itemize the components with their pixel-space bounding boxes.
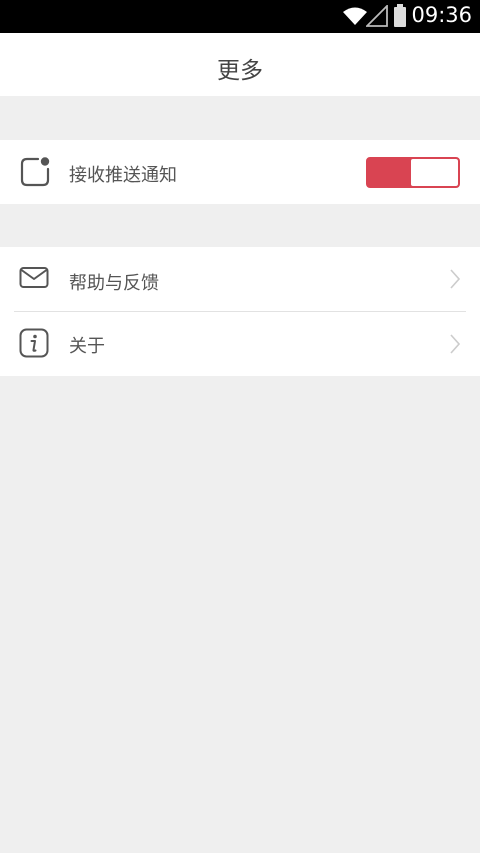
help-feedback-label: 帮助与反馈	[69, 273, 159, 294]
chevron-right-icon	[450, 269, 460, 289]
page-title: 更多	[217, 58, 263, 84]
battery-icon	[394, 4, 406, 27]
title-bar: 更多	[0, 33, 480, 96]
about-label: 关于	[69, 336, 105, 357]
chevron-right-icon	[450, 334, 460, 354]
info-group: 帮助与反馈 关于	[0, 247, 480, 376]
signal-icon	[366, 5, 388, 27]
notification-group: 接收推送通知	[0, 140, 480, 204]
push-notification-toggle[interactable]	[366, 157, 460, 188]
wifi-icon	[343, 7, 367, 25]
status-bar: 09:36	[0, 0, 480, 33]
about-row[interactable]: 关于	[0, 312, 480, 376]
info-icon	[19, 328, 49, 358]
mail-icon	[19, 267, 49, 288]
push-notification-label: 接收推送通知	[69, 165, 177, 186]
toggle-knob	[411, 159, 458, 186]
status-time: 09:36	[411, 3, 472, 27]
notification-icon	[20, 157, 50, 187]
push-notification-row: 接收推送通知	[0, 140, 480, 204]
help-feedback-row[interactable]: 帮助与反馈	[0, 247, 480, 311]
